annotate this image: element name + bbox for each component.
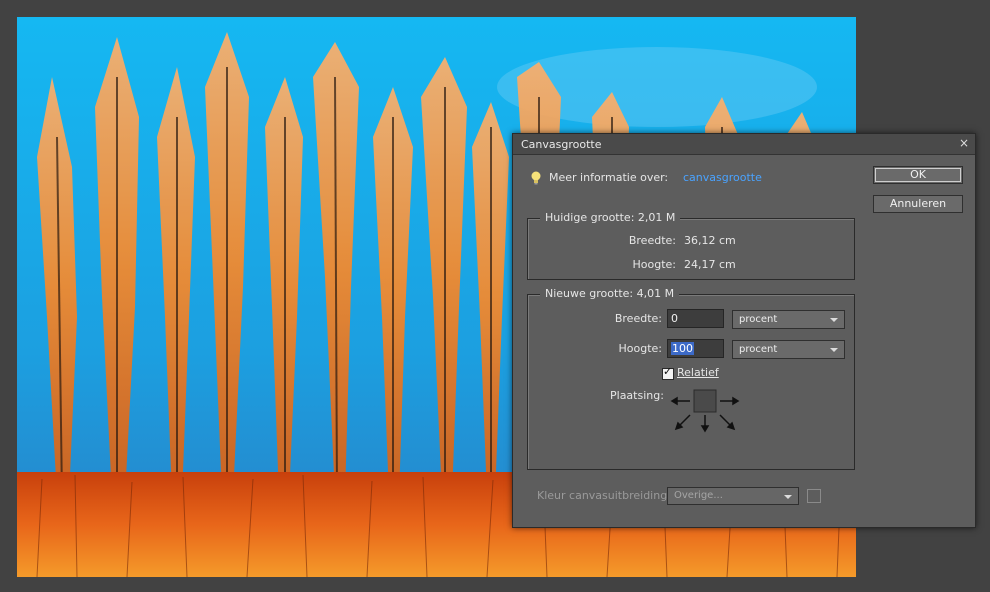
extension-color-value: Overige...	[674, 490, 723, 501]
dialog-titlebar[interactable]: Canvasgrootte ×	[513, 134, 975, 155]
ok-button[interactable]: OK	[873, 166, 963, 184]
cancel-button[interactable]: Annuleren	[873, 195, 963, 213]
current-size-group: Huidige grootte: 2,01 M Breedte: 36,12 c…	[527, 211, 855, 280]
dialog-title: Canvasgrootte	[521, 138, 602, 151]
relative-label[interactable]: Relatief	[677, 366, 719, 379]
chevron-down-icon	[830, 348, 838, 352]
lightbulb-icon	[531, 171, 541, 185]
info-label: Meer informatie over:	[549, 171, 669, 184]
anchor-grid[interactable]	[670, 385, 742, 433]
chevron-down-icon	[830, 318, 838, 322]
current-height-value: 24,17 cm	[684, 258, 736, 271]
extension-color-label: Kleur canvasuitbreiding:	[537, 489, 671, 502]
width-input-value: 0	[671, 312, 678, 325]
canvas-size-dialog: Canvasgrootte × Meer informatie over: ca…	[512, 133, 976, 528]
current-size-legend: Huidige grootte: 2,01 M	[540, 211, 681, 224]
width-input[interactable]: 0	[667, 309, 724, 328]
chevron-down-icon	[784, 495, 792, 499]
anchor-label: Plaatsing:	[610, 389, 664, 402]
new-width-label: Breedte:	[614, 312, 662, 325]
anchor-center-cell[interactable]	[693, 389, 717, 413]
close-icon[interactable]: ×	[959, 136, 969, 150]
new-height-label: Hoogte:	[618, 342, 662, 355]
extension-color-swatch[interactable]	[807, 489, 821, 503]
height-input[interactable]: 100	[667, 339, 724, 358]
height-input-value: 100	[671, 342, 694, 355]
checkmark-icon: ✓	[663, 365, 673, 378]
new-size-legend: Nieuwe grootte: 4,01 M	[540, 287, 680, 300]
help-link[interactable]: canvasgrootte	[683, 171, 762, 184]
current-width-value: 36,12 cm	[684, 234, 736, 247]
extension-color-select[interactable]: Overige...	[667, 487, 799, 505]
relative-checkbox[interactable]: ✓	[662, 365, 674, 380]
current-height-label: Hoogte:	[632, 258, 676, 271]
current-width-label: Breedte:	[628, 234, 676, 247]
height-unit-select[interactable]: procent	[732, 340, 845, 359]
height-unit-value: procent	[739, 344, 778, 355]
new-size-group: Nieuwe grootte: 4,01 M Breedte: 0 procen…	[527, 287, 855, 470]
width-unit-value: procent	[739, 314, 778, 325]
width-unit-select[interactable]: procent	[732, 310, 845, 329]
